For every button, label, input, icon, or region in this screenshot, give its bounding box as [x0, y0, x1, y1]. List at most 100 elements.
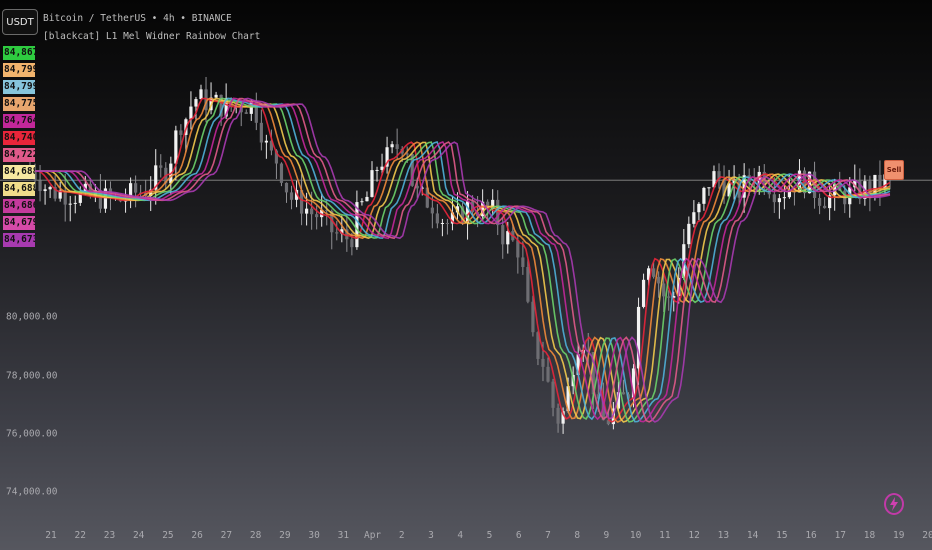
candle-body — [289, 192, 294, 200]
candle-body — [440, 222, 444, 224]
date-tick: 28 — [249, 530, 262, 541]
candle-body — [621, 392, 626, 395]
date-tick: 15 — [776, 530, 788, 541]
candle-body — [48, 187, 52, 190]
candle-body — [365, 196, 369, 202]
candle-body — [199, 89, 203, 100]
candle-body — [707, 187, 711, 189]
indicator-badge: 84,688.99 — [3, 165, 35, 179]
indicator-badge: 84,722.09 — [3, 148, 35, 162]
rainbow-ma-line — [30, 97, 891, 423]
candle-body — [662, 283, 666, 297]
date-tick: 31 — [337, 530, 350, 541]
candle-body — [551, 381, 555, 408]
candle-body — [526, 267, 530, 302]
candle-body — [395, 144, 399, 149]
candle-body — [521, 257, 525, 268]
indicator-badge: 84,679.05 — [3, 216, 35, 230]
date-tick: 9 — [603, 530, 610, 541]
date-tick: 5 — [486, 530, 493, 541]
rainbow-ma-line — [30, 97, 891, 423]
candle-body — [430, 207, 434, 214]
candle-body — [264, 140, 268, 143]
candle-body — [692, 212, 696, 224]
symbol-button[interactable]: USDT — [2, 9, 38, 35]
candle-body — [823, 205, 827, 209]
price-tick-76000: 76,000.00 — [6, 428, 58, 440]
date-tick: 29 — [279, 530, 291, 541]
candle-body — [134, 183, 138, 193]
candle-body — [189, 106, 193, 120]
indicator-badge: 84,764.06 — [3, 114, 35, 128]
candle-body — [68, 203, 72, 205]
date-tick: 20 — [922, 530, 932, 541]
candle-body — [435, 213, 439, 224]
candle-body — [531, 301, 535, 333]
date-tick: 26 — [191, 530, 203, 541]
candle-body — [541, 358, 545, 367]
indicator-badge: 84,867.73 — [3, 46, 35, 60]
date-tick: 7 — [545, 530, 551, 541]
date-tick: 10 — [629, 530, 642, 541]
rainbow-ma-line — [30, 97, 891, 423]
candle-body — [516, 240, 520, 258]
rainbow-ma-line — [30, 97, 891, 423]
candle-body — [506, 231, 510, 245]
price-tick-80000: 80,000.00 — [6, 311, 58, 323]
author-logo-icon[interactable] — [884, 493, 904, 515]
indicator-badge: 84,799.76 — [3, 80, 35, 94]
candle-body — [335, 232, 339, 234]
candle-body — [687, 223, 691, 245]
indicator-legend[interactable]: [blackcat] L1 Mel Widner Rainbow Chart — [43, 31, 260, 42]
candle-body — [214, 94, 218, 98]
candle-body — [697, 203, 701, 213]
candle-body — [445, 222, 450, 224]
rainbow-ma-line — [30, 97, 891, 423]
candle-body — [284, 182, 289, 193]
candle-body — [73, 202, 77, 204]
candle-body — [360, 201, 364, 203]
candle-body — [641, 279, 646, 307]
candle-body — [652, 268, 656, 277]
candle-body — [772, 194, 776, 203]
rainbow-ma-line — [30, 97, 891, 423]
indicator-badge: 84,775.72 — [3, 97, 35, 111]
indicator-badge: 84,799.59 — [3, 63, 35, 77]
candle-body — [259, 122, 263, 143]
sell-signal-label: Sell — [886, 166, 902, 174]
indicator-badge: 84,686.05 — [3, 199, 35, 213]
candle-body — [657, 276, 661, 284]
candle-body — [194, 99, 198, 107]
date-tick: Apr — [363, 530, 382, 541]
candle-body — [667, 296, 671, 298]
candle-body — [350, 239, 354, 248]
candle-body — [501, 225, 505, 245]
candle-body — [777, 198, 781, 203]
candle-body — [817, 197, 822, 206]
date-tick: 22 — [74, 530, 86, 541]
indicator-badge: 84,688.51 — [3, 182, 35, 196]
symbol-legend[interactable]: Bitcoin / TetherUS • 4h • BINANCE — [43, 13, 232, 24]
date-tick: 16 — [805, 530, 817, 541]
symbol-label: USDT — [6, 16, 34, 28]
date-tick: 3 — [428, 530, 434, 541]
candle-body — [305, 208, 309, 214]
candle-body — [43, 189, 47, 192]
candle-body — [244, 112, 248, 114]
candle-body — [702, 187, 706, 204]
candle-body — [279, 163, 284, 183]
candle-body — [782, 197, 786, 199]
candle-body — [546, 366, 550, 382]
candle-body — [370, 170, 374, 197]
candle-body — [310, 208, 314, 215]
indicator-badge: 84,673.47 — [3, 233, 35, 247]
date-tick: 12 — [688, 530, 700, 541]
date-tick: 4 — [457, 530, 464, 541]
date-tick: 17 — [834, 530, 847, 541]
date-tick: 25 — [162, 530, 174, 541]
price-chart[interactable] — [0, 0, 932, 550]
indicator-badge: 84,740.67 — [3, 131, 35, 145]
lightning-icon — [890, 497, 898, 511]
date-tick: 6 — [515, 530, 522, 541]
rainbow-ma-line — [30, 97, 891, 423]
